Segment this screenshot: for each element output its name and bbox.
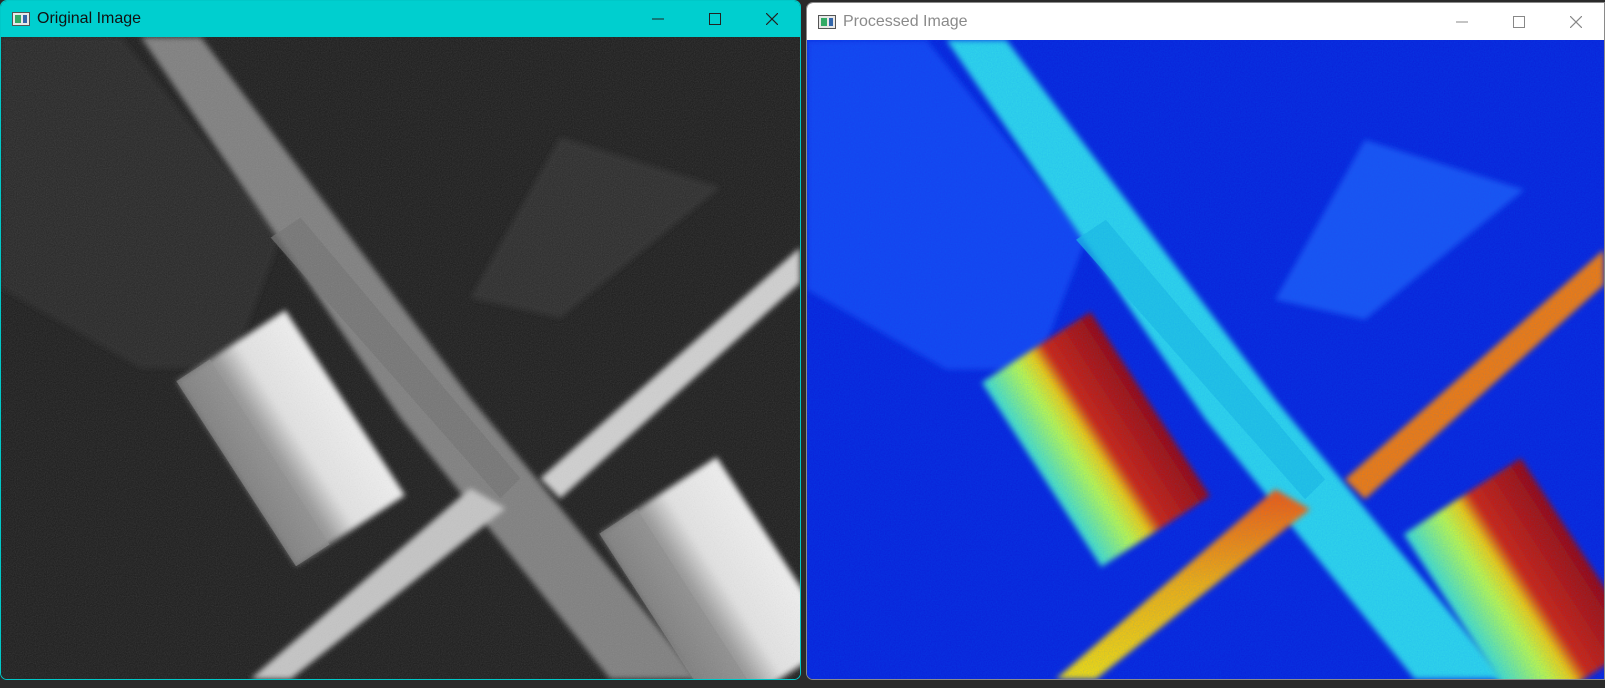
- window-controls: [629, 1, 800, 37]
- window-controls: [1433, 3, 1604, 40]
- jet-colormap-aerial-image: [807, 40, 1604, 679]
- maximize-button[interactable]: [686, 1, 743, 37]
- processed-image-canvas: [807, 40, 1604, 679]
- minimize-button[interactable]: [629, 1, 686, 37]
- close-icon: [1569, 15, 1582, 28]
- titlebar[interactable]: Original Image: [1, 1, 800, 37]
- window-title: Original Image: [37, 10, 142, 27]
- grayscale-aerial-image: [1, 37, 800, 679]
- close-button[interactable]: [1547, 3, 1604, 40]
- titlebar[interactable]: Processed Image: [807, 3, 1604, 40]
- processed-image-window[interactable]: Processed Image: [806, 2, 1605, 680]
- close-button[interactable]: [743, 1, 800, 37]
- maximize-icon: [1512, 15, 1525, 28]
- original-image-window[interactable]: Original Image: [0, 0, 801, 680]
- maximize-icon: [708, 13, 721, 25]
- app-image-icon: [12, 12, 30, 26]
- minimize-button[interactable]: [1433, 3, 1490, 40]
- minimize-icon: [1455, 21, 1468, 22]
- close-icon: [765, 13, 778, 25]
- minimize-icon: [651, 18, 664, 20]
- app-image-icon: [818, 14, 836, 29]
- window-title: Processed Image: [843, 12, 968, 30]
- maximize-button[interactable]: [1490, 3, 1547, 40]
- original-image-canvas: [1, 37, 800, 679]
